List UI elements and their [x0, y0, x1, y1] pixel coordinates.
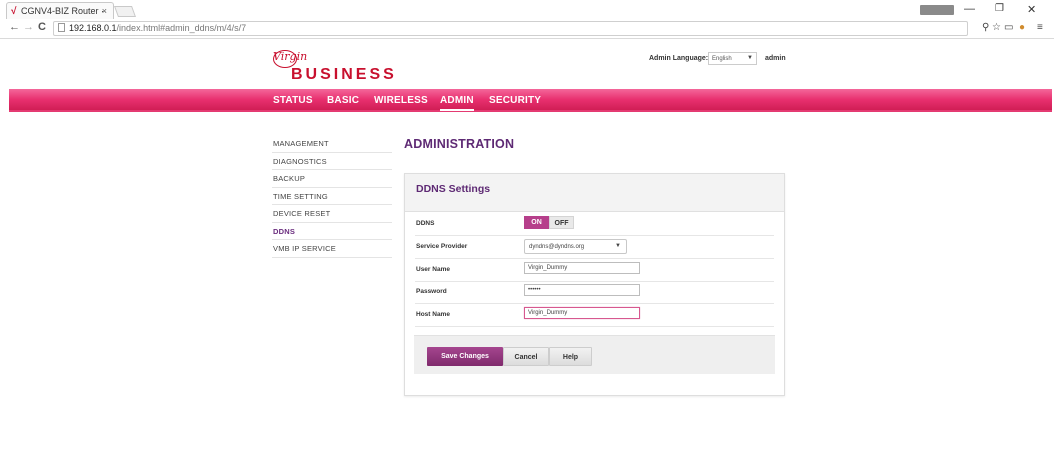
admin-language-label: Admin Language:: [649, 55, 709, 62]
host-name-input[interactable]: Virgin_Dummy: [524, 307, 640, 319]
nav-security[interactable]: SECURITY: [489, 95, 541, 106]
main-nav: STATUS BASIC WIRELESS ADMIN SECURITY: [9, 89, 1052, 112]
help-button[interactable]: Help: [549, 347, 592, 366]
ddns-row: DDNS ON OFF: [415, 213, 774, 236]
service-provider-label: Service Provider: [416, 243, 468, 250]
service-provider-select[interactable]: dyndns@dyndns.org ▼: [524, 239, 627, 254]
ddns-off-button[interactable]: OFF: [549, 216, 574, 229]
ddns-toggle[interactable]: ON OFF: [524, 216, 574, 229]
service-provider-value: dyndns@dyndns.org: [529, 244, 585, 250]
user-name-label: User Name: [416, 266, 450, 273]
nav-basic[interactable]: BASIC: [327, 95, 359, 106]
tab-title: CGNV4-BIZ Router ·: [21, 6, 105, 16]
host-name-label: Host Name: [416, 311, 450, 318]
panel-title: DDNS Settings: [416, 183, 491, 195]
host-name-row: Host Name Virgin_Dummy: [415, 304, 774, 327]
save-changes-button[interactable]: Save Changes: [427, 347, 503, 366]
virgin-business-logo[interactable]: Virgin BUSINESS: [273, 50, 403, 86]
browser-tab[interactable]: √ CGNV4-BIZ Router · ×: [6, 2, 114, 19]
browser-menu-icon[interactable]: ≡: [1037, 22, 1043, 33]
sidebar-item-ddns[interactable]: DDNS: [272, 223, 392, 240]
password-input[interactable]: ••••••: [524, 284, 640, 296]
logo-brand-text: BUSINESS: [291, 66, 397, 83]
form-button-bar: Save Changes Cancel Help: [414, 335, 775, 374]
url-host: 192.168.0.1: [69, 23, 117, 33]
ddns-settings-panel: DDNS Settings DDNS ON OFF Service Provid…: [404, 173, 785, 396]
cast-icon[interactable]: ▭: [1004, 22, 1013, 33]
nav-status[interactable]: STATUS: [273, 95, 313, 106]
back-arrow-icon[interactable]: ←: [9, 21, 20, 33]
chevron-down-icon: ▼: [747, 55, 753, 61]
extension-icon[interactable]: ●: [1019, 22, 1025, 33]
ddns-label: DDNS: [416, 220, 435, 227]
profile-badge[interactable]: [920, 5, 954, 15]
chevron-down-icon: ▼: [615, 243, 621, 249]
nav-admin[interactable]: ADMIN: [440, 95, 474, 111]
admin-language-value: English: [712, 56, 732, 62]
sidebar-menu: MANAGEMENT DIAGNOSTICS BACKUP TIME SETTI…: [272, 135, 392, 258]
user-name-row: User Name Virgin_Dummy: [415, 259, 774, 282]
sidebar-item-device-reset[interactable]: DEVICE RESET: [272, 205, 392, 223]
virgin-favicon-icon: √: [11, 6, 17, 17]
password-row: Password ••••••: [415, 281, 774, 304]
page-icon: [58, 23, 65, 32]
reload-icon[interactable]: C: [38, 21, 46, 33]
window-close-icon[interactable]: ✕: [1027, 3, 1036, 16]
sidebar-item-management[interactable]: MANAGEMENT: [272, 135, 392, 153]
browser-toolbar: ← → C 192.168.0.1/index.html#admin_ddns/…: [0, 19, 1054, 39]
password-label: Password: [416, 288, 447, 295]
browser-tabstrip: √ CGNV4-BIZ Router · × — ❐ ✕: [0, 0, 1054, 19]
tab-close-icon[interactable]: ×: [102, 6, 107, 16]
current-user: admin: [765, 55, 786, 62]
cancel-button[interactable]: Cancel: [503, 347, 549, 366]
bookmark-star-icon[interactable]: ☆: [992, 22, 1001, 33]
ddns-on-button[interactable]: ON: [524, 216, 549, 229]
service-provider-row: Service Provider dyndns@dyndns.org ▼: [415, 236, 774, 259]
sidebar-item-time-setting[interactable]: TIME SETTING: [272, 188, 392, 205]
url-path: /index.html#admin_ddns/m/4/s/7: [116, 23, 247, 33]
sidebar-item-vmb-ip-service[interactable]: VMB IP SERVICE: [272, 240, 392, 258]
key-icon[interactable]: ⚲: [982, 22, 989, 33]
sidebar-item-backup[interactable]: BACKUP: [272, 170, 392, 188]
forward-arrow-icon[interactable]: →: [23, 21, 34, 33]
user-name-input[interactable]: Virgin_Dummy: [524, 262, 640, 274]
sidebar-item-diagnostics[interactable]: DIAGNOSTICS: [272, 153, 392, 170]
panel-header: DDNS Settings: [405, 174, 784, 212]
new-tab-button[interactable]: [113, 6, 137, 17]
window-minimize-icon[interactable]: —: [964, 3, 975, 15]
address-bar[interactable]: 192.168.0.1/index.html#admin_ddns/m/4/s/…: [53, 21, 968, 36]
nav-wireless[interactable]: WIRELESS: [374, 95, 428, 106]
admin-language-select[interactable]: English ▼: [708, 52, 757, 65]
window-restore-icon[interactable]: ❐: [995, 3, 1004, 14]
page-title: ADMINISTRATION: [404, 137, 515, 151]
logo-script: Virgin: [273, 50, 308, 63]
